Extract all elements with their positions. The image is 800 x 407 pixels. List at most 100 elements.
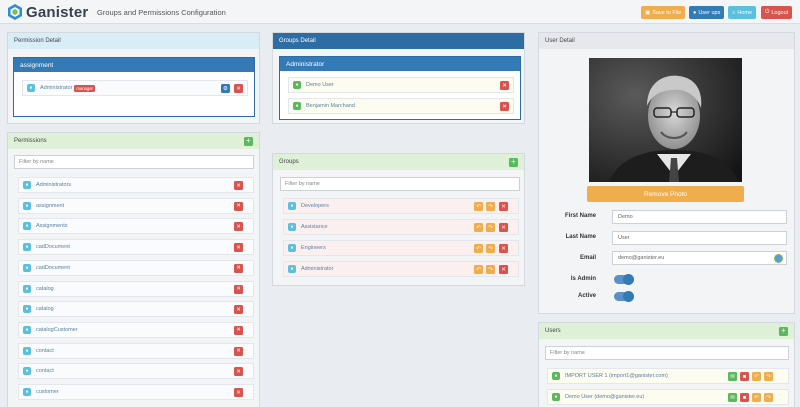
remove-user-button[interactable]: ✕ xyxy=(500,102,509,111)
email-field[interactable]: demo@ganister.eu xyxy=(612,251,787,265)
add-user-button[interactable]: + xyxy=(779,326,788,336)
group-icon: ● xyxy=(288,244,296,252)
top-bar: Ganister Groups and Permissions Configur… xyxy=(0,0,800,24)
toggle-knob xyxy=(623,291,634,302)
delete-permission-button[interactable]: ✕ xyxy=(234,284,243,294)
redo-button[interactable]: ↷ xyxy=(486,244,495,253)
group-icon: ● xyxy=(288,202,296,210)
delete-permission-button[interactable]: ✕ xyxy=(234,201,243,211)
add-permission-button[interactable]: + xyxy=(244,136,253,146)
app-logo[interactable]: Ganister xyxy=(6,3,88,21)
undo-button[interactable]: ↶ xyxy=(474,223,483,232)
delete-permission-button[interactable]: ✕ xyxy=(234,181,243,190)
permission-row[interactable]: ● contact ✕ xyxy=(18,363,254,380)
logout-button[interactable]: ⏻ Logout xyxy=(761,6,793,19)
permission-row[interactable]: ● cadDocument ✕ xyxy=(18,239,254,256)
groups-panel: Groups + Filter by name ● Developers ↶ ↷ ✕ ● A… xyxy=(272,153,525,286)
delete-group-button[interactable]: ✕ xyxy=(499,223,508,232)
home-button[interactable]: ⌂ Home xyxy=(728,6,756,19)
active-toggle[interactable] xyxy=(614,291,634,302)
undo-button[interactable]: ↶ xyxy=(752,372,761,381)
trash-icon: ■ xyxy=(742,373,747,380)
groups-detail-panel: Groups Detail Administrator ● Demo User ✕ ●… xyxy=(272,32,525,124)
redo-icon: ↷ xyxy=(488,245,493,252)
group-row[interactable]: ● Engineers ↶ ↷ ✕ xyxy=(283,240,519,256)
undo-icon: ↶ xyxy=(476,224,481,231)
close-icon: ✕ xyxy=(236,327,241,334)
user-row[interactable]: ● IMPORT USER 1 (import1@ganister.com) ✉ ■ ↶… xyxy=(547,368,789,384)
group-user-row[interactable]: ● Benjamin Marchand ✕ xyxy=(288,98,514,114)
delete-permission-button[interactable]: ✕ xyxy=(234,367,243,377)
permission-row[interactable]: ● catalog ✕ xyxy=(18,301,254,318)
undo-button[interactable]: ↶ xyxy=(474,202,483,211)
users-icon: ● xyxy=(693,9,697,16)
first-name-field[interactable]: Demo xyxy=(612,210,787,224)
delete-permission-button[interactable]: ✕ xyxy=(234,243,243,253)
group-row[interactable]: ● Developers ↶ ↷ ✕ xyxy=(283,198,519,214)
permission-row[interactable]: ● catalogCustomer ✕ xyxy=(18,321,254,338)
permission-detail-header: Permission Detail xyxy=(8,33,259,49)
redo-button[interactable]: ↷ xyxy=(486,265,495,274)
user-detail-header: User Detail xyxy=(539,33,794,49)
delete-permission-button[interactable]: ✕ xyxy=(234,305,243,315)
last-name-field[interactable]: User xyxy=(612,231,787,245)
remove-user-button[interactable]: ✕ xyxy=(500,81,509,90)
redo-button[interactable]: ↷ xyxy=(764,372,773,381)
user-icon: ● xyxy=(552,372,560,380)
permissions-filter-input[interactable]: Filter by name xyxy=(14,155,254,169)
redo-button[interactable]: ↷ xyxy=(486,223,495,232)
is-admin-label: Is Admin xyxy=(570,276,596,282)
permission-row[interactable]: ● contact ✕ xyxy=(18,342,254,359)
close-icon: ✕ xyxy=(236,265,241,272)
delete-permission-button[interactable]: ✕ xyxy=(234,222,243,232)
save-to-file-button[interactable]: ▣ Save to File xyxy=(641,6,686,19)
group-icon: ● xyxy=(23,222,31,231)
delete-permission-button[interactable]: ✕ xyxy=(234,325,243,335)
email-user-button[interactable]: ✉ xyxy=(728,393,737,402)
group-row[interactable]: ● Assistance ↶ ↷ ✕ xyxy=(283,219,519,235)
close-icon: ✕ xyxy=(236,286,241,292)
remove-photo-button[interactable]: Remove Photo xyxy=(587,186,744,202)
close-icon: ✕ xyxy=(501,266,506,273)
settings-button[interactable]: ⚙ xyxy=(221,84,230,93)
delete-permission-button[interactable]: ✕ xyxy=(234,346,243,356)
close-icon: ✕ xyxy=(501,224,506,231)
delete-user-button[interactable]: ■ xyxy=(740,372,749,381)
close-icon: ✕ xyxy=(501,203,506,210)
user-row[interactable]: ● Demo User (demo@ganister.eu) ✉ ■ ↶ ↷ xyxy=(547,389,789,405)
undo-button[interactable]: ↶ xyxy=(752,393,761,402)
group-user-row[interactable]: ● Demo User ✕ xyxy=(288,77,514,93)
delete-permission-button[interactable]: ✕ xyxy=(234,388,243,397)
save-icon: ▣ xyxy=(645,9,651,16)
permission-row[interactable]: ● customer ✕ xyxy=(18,384,254,400)
delete-group-button[interactable]: ✕ xyxy=(499,244,508,253)
permission-row[interactable]: ● Assignments ✕ xyxy=(18,218,254,235)
close-icon: ✕ xyxy=(236,306,241,313)
remove-button[interactable]: ✕ xyxy=(234,84,243,93)
redo-button[interactable]: ↷ xyxy=(764,393,773,402)
user-ups-button[interactable]: ● User ups xyxy=(689,6,725,19)
delete-user-button[interactable]: ■ xyxy=(740,393,749,402)
undo-button[interactable]: ↶ xyxy=(474,244,483,253)
permission-row[interactable]: ● Administrators ✕ xyxy=(18,177,254,193)
first-name-label: First Name xyxy=(564,213,596,219)
redo-button[interactable]: ↷ xyxy=(486,202,495,211)
email-user-button[interactable]: ✉ xyxy=(728,372,737,381)
groups-header: Groups + xyxy=(273,154,524,170)
permission-group-row[interactable]: ● Administrator manager ⚙ ✕ xyxy=(22,80,248,96)
delete-group-button[interactable]: ✕ xyxy=(499,265,508,274)
groups-filter-input[interactable]: Filter by name xyxy=(280,177,520,191)
add-group-button[interactable]: + xyxy=(509,157,518,167)
group-icon: ● xyxy=(23,367,31,376)
users-header: Users + xyxy=(539,323,794,339)
permission-row[interactable]: ● cadDocument ✕ xyxy=(18,259,254,276)
permission-row[interactable]: ● catalog ✕ xyxy=(18,280,254,297)
delete-permission-button[interactable]: ✕ xyxy=(234,263,243,273)
undo-button[interactable]: ↶ xyxy=(474,265,483,274)
permission-row[interactable]: ● assignment ✕ xyxy=(18,197,254,214)
users-filter-input[interactable]: Filter by name xyxy=(545,346,789,360)
close-icon: ✕ xyxy=(236,223,241,230)
is-admin-toggle[interactable] xyxy=(614,274,634,285)
delete-group-button[interactable]: ✕ xyxy=(499,202,508,211)
group-row[interactable]: ● Administrator ↶ ↷ ✕ xyxy=(283,261,519,277)
